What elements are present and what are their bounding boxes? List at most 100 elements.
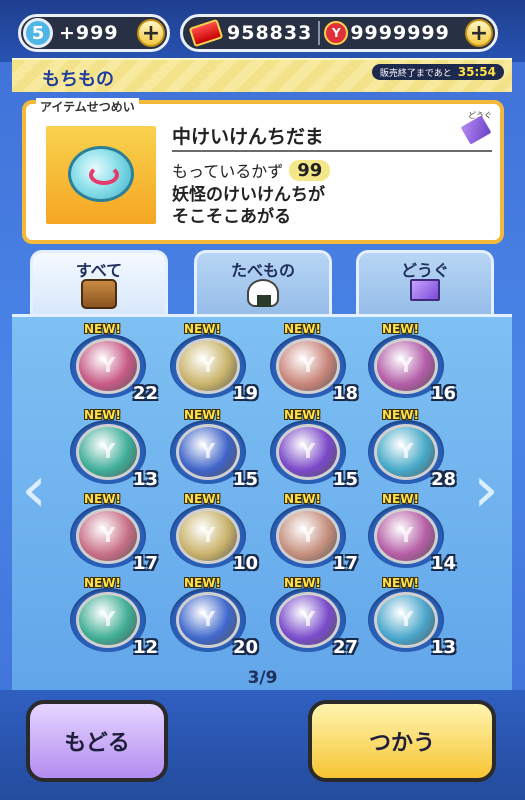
next-page-arrow[interactable]: › (472, 456, 500, 524)
medal-item[interactable]: Y NEW! 17 (62, 492, 158, 574)
add-coins-button[interactable]: + (465, 19, 493, 47)
new-badge: NEW! (84, 492, 121, 506)
y-coin-icon: Y (324, 21, 349, 45)
medal-quantity: 10 (232, 553, 258, 574)
new-badge: NEW! (84, 576, 121, 590)
section-title: もちもの (42, 69, 114, 90)
bag-icon (81, 279, 117, 309)
medal-emblem: Y (200, 353, 216, 377)
medal-quantity: 15 (332, 469, 358, 490)
tab-tools[interactable]: どうぐ (356, 250, 494, 314)
new-badge: NEW! (184, 492, 221, 506)
name-underline (172, 150, 492, 152)
currency-divider (318, 21, 321, 45)
stamina-pill: 5 +999 + (18, 14, 170, 52)
new-badge: NEW! (382, 322, 419, 336)
medal-emblem: Y (200, 439, 216, 463)
item-description-panel: アイテムせつめい 中けいけんちだま もっているかず 99 妖怪のけいけんちが そ… (22, 98, 504, 244)
medal-emblem: Y (100, 439, 116, 463)
item-thumbnail (46, 126, 156, 224)
medal-quantity: 16 (430, 383, 456, 404)
medal-item[interactable]: Y NEW! 16 (360, 322, 456, 404)
medal-emblem: Y (300, 353, 316, 377)
yokai-medal-icon: Y (374, 424, 438, 480)
new-badge: NEW! (382, 576, 419, 590)
medal-item[interactable]: Y NEW! 20 (162, 576, 258, 658)
panel-caption: アイテムせつめい (36, 98, 139, 115)
ticket-count: 958833 (227, 22, 313, 44)
new-badge: NEW! (284, 576, 321, 590)
yokai-medal-icon: Y (176, 338, 240, 394)
page-indicator: 3/9 (247, 668, 278, 688)
medal-emblem: Y (300, 439, 316, 463)
medal-emblem: Y (398, 353, 414, 377)
medal-item[interactable]: Y NEW! 12 (62, 576, 158, 658)
yokai-medal-icon: Y (374, 338, 438, 394)
yokai-medal-icon: Y (276, 592, 340, 648)
medal-item[interactable]: Y NEW! 10 (162, 492, 258, 574)
back-button[interactable]: もどる (26, 700, 168, 782)
medal-item[interactable]: Y NEW! 15 (162, 408, 258, 490)
yokai-medal-icon: Y (76, 338, 140, 394)
medal-emblem: Y (200, 523, 216, 547)
medal-quantity: 22 (132, 383, 158, 404)
item-name: 中けいけんちだま (172, 126, 324, 148)
yokai-medal-icon: Y (374, 592, 438, 648)
timer-label: 販売終了まであと (379, 68, 452, 79)
timer-value: 35:54 (457, 65, 496, 79)
new-badge: NEW! (84, 408, 121, 422)
yokai-medal-icon: Y (276, 508, 340, 564)
medal-quantity: 17 (332, 553, 358, 574)
tab-food-label: たべもの (230, 261, 295, 280)
count-label: もっているかず (172, 162, 284, 181)
medal-item[interactable]: Y NEW! 17 (262, 492, 358, 574)
yokai-medal-icon: Y (374, 508, 438, 564)
new-badge: NEW! (184, 576, 221, 590)
level-badge: 5 (23, 18, 53, 48)
description-line-1: 妖怪のけいけんちが (172, 185, 325, 205)
medal-emblem: Y (100, 523, 116, 547)
medal-emblem: Y (398, 439, 414, 463)
new-badge: NEW! (84, 322, 121, 336)
medal-quantity: 14 (430, 553, 456, 574)
description-line-2: そこそこあがる (172, 207, 291, 227)
medal-emblem: Y (300, 523, 316, 547)
medal-item[interactable]: Y NEW! 18 (262, 322, 358, 404)
new-badge: NEW! (284, 492, 321, 506)
tab-all-label: すべて (75, 261, 123, 280)
medal-quantity: 20 (232, 637, 258, 658)
tab-all[interactable]: すべて (30, 250, 168, 320)
new-badge: NEW! (382, 492, 419, 506)
medal-item[interactable]: Y NEW! 15 (262, 408, 358, 490)
new-badge: NEW! (284, 408, 321, 422)
medal-item[interactable]: Y NEW! 28 (360, 408, 456, 490)
add-stamina-button[interactable]: + (137, 19, 165, 47)
tab-tools-label: どうぐ (400, 261, 449, 280)
currency-pill: 958833 Y 9999999 + (180, 14, 498, 52)
new-badge: NEW! (184, 408, 221, 422)
medal-quantity: 13 (430, 637, 456, 658)
sale-timer: 販売終了まであと 35:54 (371, 64, 504, 80)
medal-item[interactable]: Y NEW! 19 (162, 322, 258, 404)
coin-count: 9999999 (350, 22, 450, 44)
tab-food[interactable]: たべもの (194, 250, 332, 314)
yokai-medal-icon: Y (76, 592, 140, 648)
stamina-value: +999 (59, 22, 119, 44)
medal-item[interactable]: Y NEW! 22 (62, 322, 158, 404)
ticket-icon (410, 279, 440, 301)
medal-quantity: 15 (232, 469, 258, 490)
yokai-medal-icon: Y (176, 592, 240, 648)
medal-quantity: 28 (430, 469, 456, 490)
medal-item[interactable]: Y NEW! 14 (360, 492, 456, 574)
exp-orb-icon (68, 146, 134, 202)
medal-quantity: 13 (132, 469, 158, 490)
medal-item[interactable]: Y NEW! 13 (360, 576, 456, 658)
medal-emblem: Y (398, 523, 414, 547)
medal-item[interactable]: Y NEW! 27 (262, 576, 358, 658)
medal-emblem: Y (300, 607, 316, 631)
new-badge: NEW! (284, 322, 321, 336)
prev-page-arrow[interactable]: ‹ (20, 456, 48, 524)
count-value: 99 (289, 159, 331, 181)
use-button[interactable]: つかう (308, 700, 496, 782)
medal-item[interactable]: Y NEW! 13 (62, 408, 158, 490)
